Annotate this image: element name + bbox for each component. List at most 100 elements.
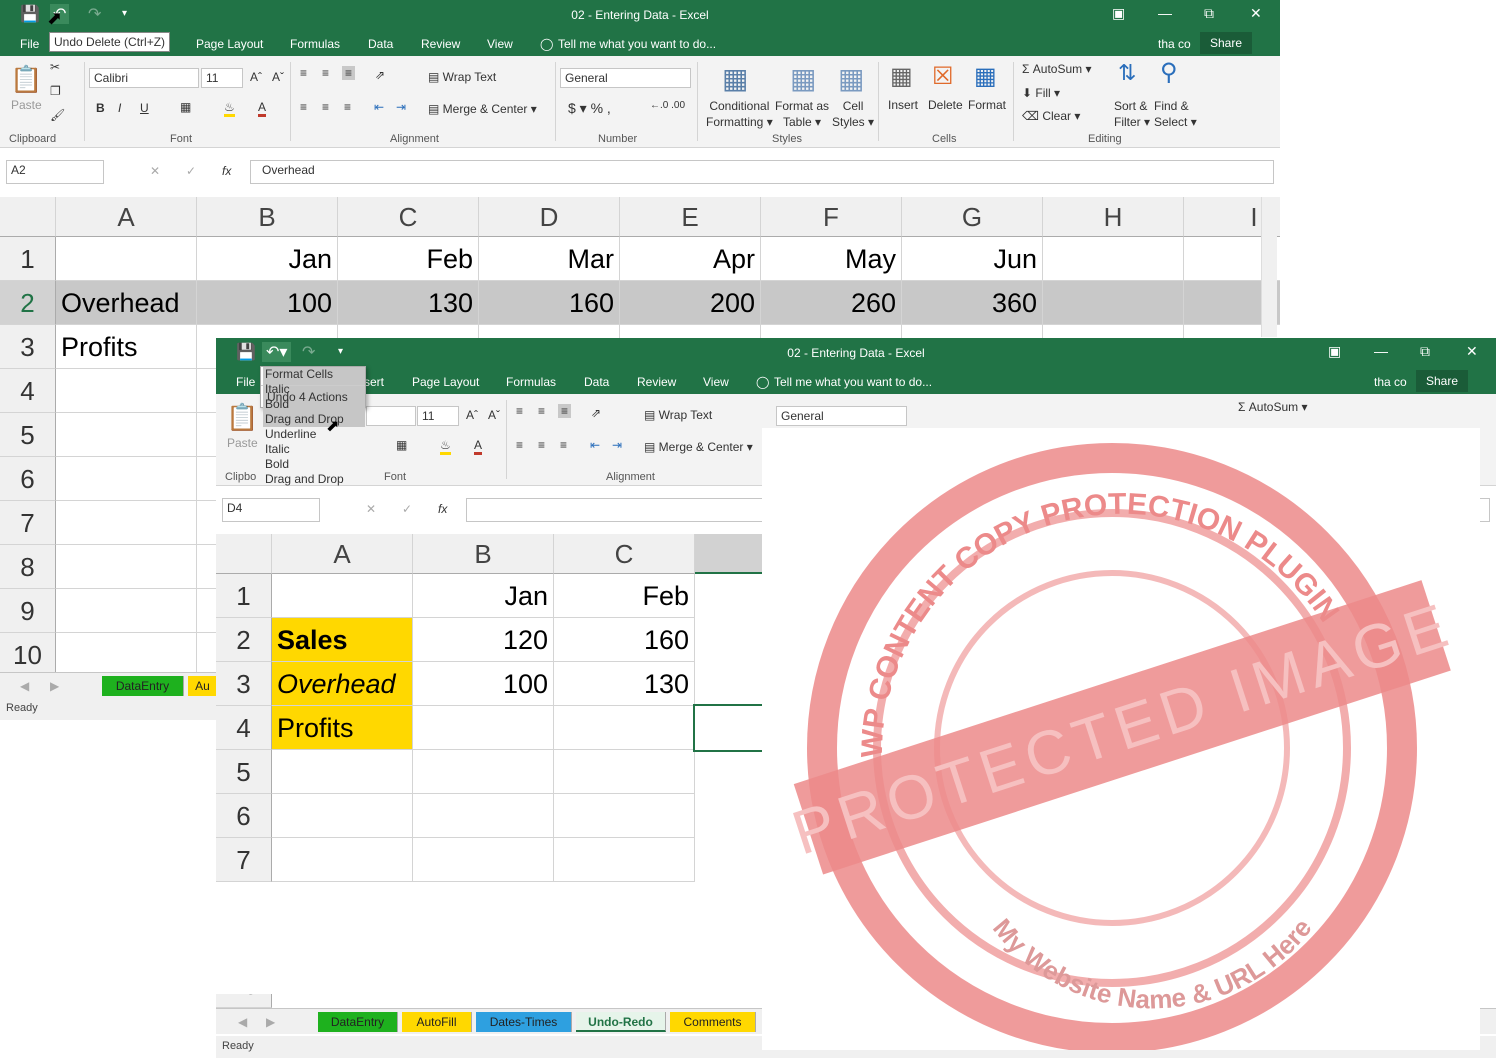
vertical-scrollbar[interactable]	[1261, 197, 1277, 337]
autosum-button[interactable]: Σ AutoSum ▾	[1238, 400, 1307, 414]
cell-styles-button[interactable]: Cell Styles ▾	[832, 98, 874, 130]
delete-button[interactable]: Delete	[928, 98, 963, 112]
tab-review[interactable]: Review	[421, 37, 460, 51]
font-size-select[interactable]: 11	[201, 68, 243, 88]
tab-scroll-right[interactable]: ▶	[266, 1012, 275, 1032]
italic-button[interactable]: I	[118, 101, 121, 115]
cell-c6[interactable]	[554, 794, 695, 838]
align-left-icon[interactable]: ≡	[300, 100, 307, 114]
paste-button[interactable]: Paste	[227, 436, 258, 450]
align-center-icon[interactable]: ≡	[538, 438, 545, 452]
undo-list-item[interactable]: Underline	[263, 427, 365, 442]
decrease-font-icon[interactable]: Aˇ	[488, 408, 500, 422]
tab-review[interactable]: Review	[637, 375, 676, 389]
sheet-tab-dates-times[interactable]: Dates-Times	[476, 1012, 572, 1032]
fill-color-icon[interactable]: ♨	[440, 438, 451, 455]
copy-icon[interactable]: ❐	[50, 84, 61, 98]
name-box[interactable]: A2	[6, 160, 104, 184]
decrease-indent-icon[interactable]: ⇤	[590, 438, 600, 452]
fill-color-icon[interactable]: ♨	[224, 100, 235, 117]
insert-function-icon[interactable]: fx	[222, 164, 231, 178]
align-top-icon[interactable]: ≡	[300, 66, 307, 80]
tab-data[interactable]: Data	[368, 37, 393, 51]
cell-a6[interactable]	[272, 794, 413, 838]
cell-a1[interactable]	[56, 237, 197, 281]
minimize-icon[interactable]: —	[1158, 5, 1172, 21]
cell-c2[interactable]: 130	[338, 281, 479, 325]
insert-cells-icon[interactable]: ▦	[890, 62, 913, 91]
cell-h1[interactable]	[1043, 237, 1184, 281]
column-header-d[interactable]: D	[479, 197, 620, 237]
align-middle-icon[interactable]: ≡	[538, 404, 545, 418]
column-header-b[interactable]: B	[413, 534, 554, 574]
tab-scroll-left[interactable]: ◀	[238, 1012, 247, 1032]
number-format-select[interactable]: General	[560, 68, 691, 88]
clear-button[interactable]: ⌫ Clear ▾	[1022, 109, 1080, 123]
wrap-text-button[interactable]: ▤ Wrap Text	[644, 408, 712, 422]
align-center-icon[interactable]: ≡	[322, 100, 329, 114]
row-header-9[interactable]: 9	[0, 589, 56, 633]
tab-data[interactable]: Data	[584, 375, 609, 389]
column-header-c[interactable]: C	[554, 534, 695, 574]
cell-a3[interactable]: Overhead	[272, 662, 413, 706]
undo-list-item[interactable]: Drag and Drop	[263, 412, 365, 427]
column-header-g[interactable]: G	[902, 197, 1043, 237]
row-header-8[interactable]: 8	[0, 545, 56, 589]
close-icon[interactable]: ✕	[1466, 343, 1478, 360]
close-icon[interactable]: ✕	[1250, 5, 1262, 22]
cell-c2[interactable]: 160	[554, 618, 695, 662]
decrease-font-icon[interactable]: Aˇ	[272, 70, 284, 84]
cell-a5[interactable]	[272, 750, 413, 794]
tab-insert[interactable]: sert	[364, 375, 384, 389]
tab-page-layout[interactable]: Page Layout	[412, 375, 479, 389]
cell-b1[interactable]: Jan	[197, 237, 338, 281]
cell-h2[interactable]	[1043, 281, 1184, 325]
cell-c5[interactable]	[554, 750, 695, 794]
paste-icon[interactable]: 📋	[10, 64, 42, 95]
sort-filter-button[interactable]: Sort & Filter ▾	[1114, 98, 1150, 130]
restore-icon[interactable]: ⧉	[1420, 343, 1430, 360]
tell-me-search[interactable]: Tell me what you want to do...	[774, 375, 932, 389]
row-header-1[interactable]: 1	[216, 574, 272, 618]
cell-d2[interactable]: 160	[479, 281, 620, 325]
cell-a2[interactable]: Overhead	[56, 281, 197, 325]
cell-c7[interactable]	[554, 838, 695, 882]
row-header-3[interactable]: 3	[216, 662, 272, 706]
decimal-icons[interactable]: ←.0 .00	[650, 100, 685, 111]
cell-c4[interactable]	[554, 706, 695, 750]
paste-button[interactable]: Paste	[11, 98, 42, 112]
tab-scroll-left[interactable]: ◀	[20, 676, 29, 696]
orientation-icon[interactable]: ⇗	[591, 406, 601, 420]
column-header-e[interactable]: E	[620, 197, 761, 237]
name-box[interactable]: D4	[222, 498, 320, 522]
tell-me-search[interactable]: Tell me what you want to do...	[558, 37, 716, 51]
cell-b4[interactable]	[413, 706, 554, 750]
paste-icon[interactable]: 📋	[226, 402, 258, 433]
font-color-icon[interactable]: A	[258, 100, 267, 117]
row-header-2[interactable]: 2	[0, 281, 56, 325]
row-header-5[interactable]: 5	[216, 750, 272, 794]
cell-b6[interactable]	[413, 794, 554, 838]
cell-a7[interactable]	[272, 838, 413, 882]
cell-e2[interactable]: 200	[620, 281, 761, 325]
orientation-icon[interactable]: ⇗	[375, 68, 385, 82]
undo-list-item[interactable]: Italic	[263, 442, 365, 457]
column-header-a[interactable]: A	[272, 534, 413, 574]
format-cells-icon[interactable]: ▦	[974, 62, 997, 91]
tab-view[interactable]: View	[703, 375, 729, 389]
select-all-corner[interactable]	[216, 534, 272, 574]
underline-button[interactable]: U	[140, 101, 149, 115]
borders-icon[interactable]: ▦	[396, 438, 407, 452]
row-header-4[interactable]: 4	[0, 369, 56, 413]
cell-a8[interactable]	[56, 545, 197, 589]
sheet-tab-autofill[interactable]: AutoFill	[402, 1012, 472, 1032]
cell-g1[interactable]: Jun	[902, 237, 1043, 281]
align-right-icon[interactable]: ≡	[344, 100, 351, 114]
row-header-10[interactable]: 10	[216, 994, 272, 1008]
find-select-icon[interactable]: ⚲	[1160, 58, 1178, 87]
enter-icon[interactable]: ✓	[186, 164, 196, 178]
ribbon-display-icon[interactable]: ▣	[1328, 343, 1341, 360]
column-header-f[interactable]: F	[761, 197, 902, 237]
tab-formulas[interactable]: Formulas	[506, 375, 556, 389]
decrease-indent-icon[interactable]: ⇤	[374, 100, 384, 114]
